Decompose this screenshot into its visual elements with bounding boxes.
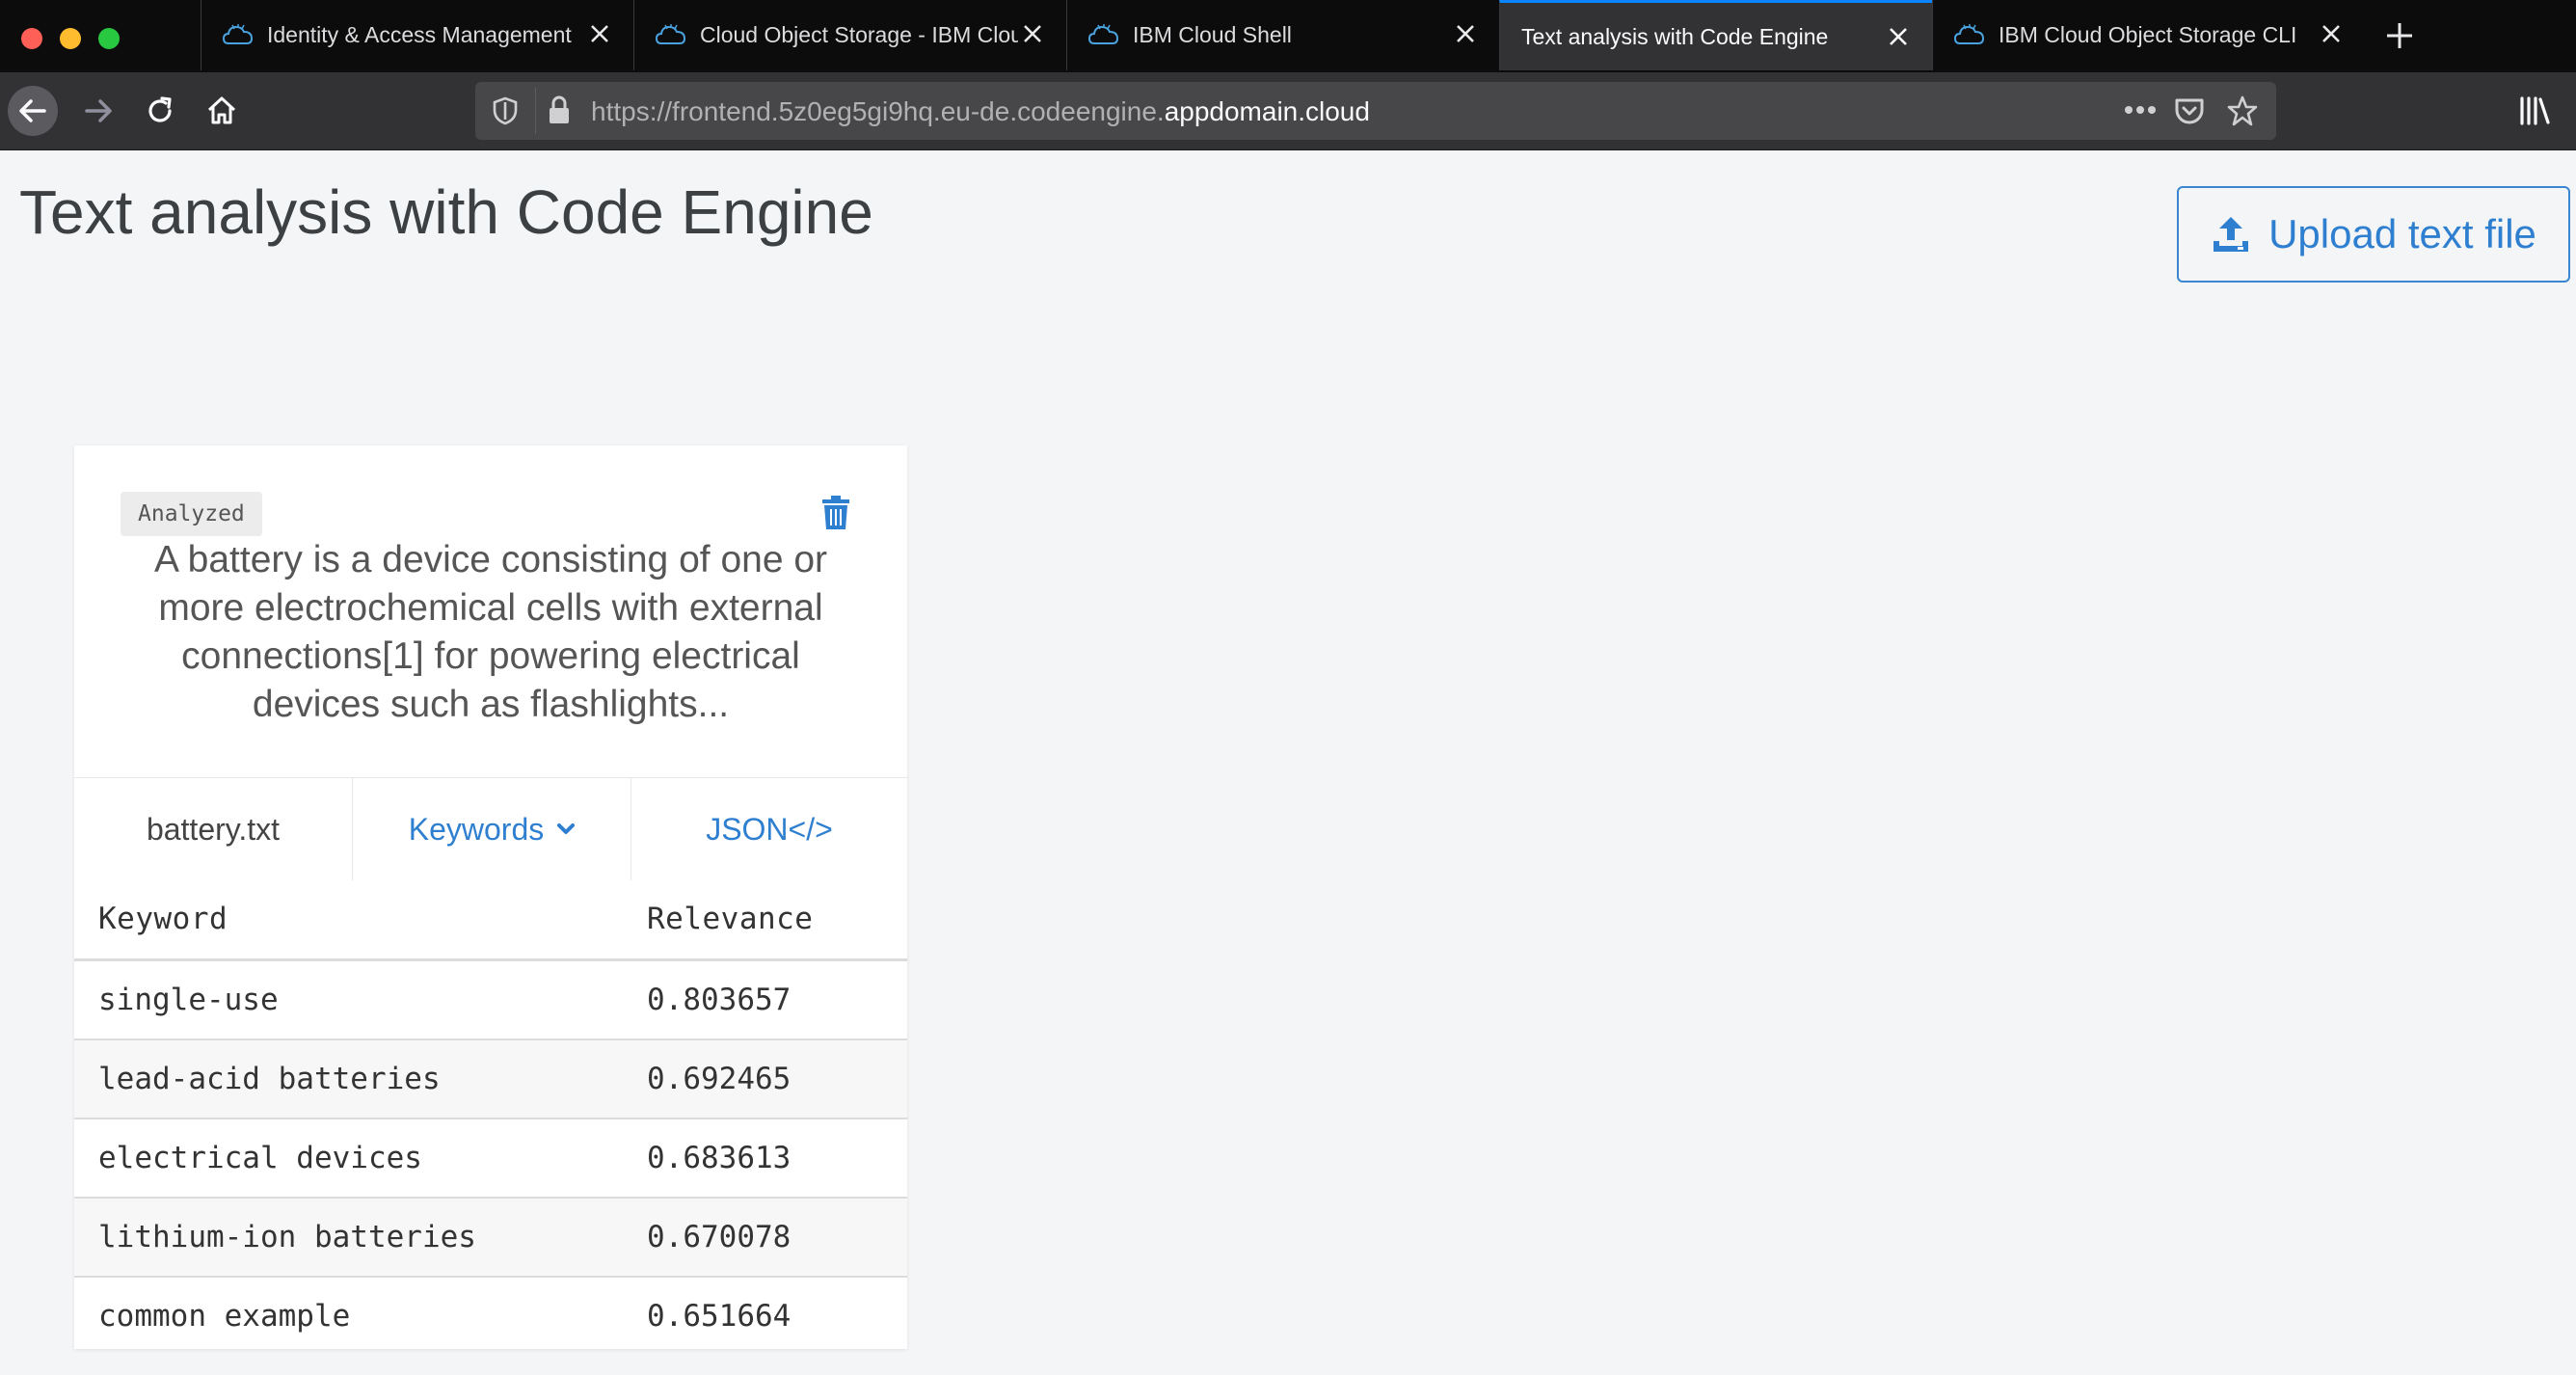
close-icon[interactable]: [2321, 23, 2342, 44]
window-close-button[interactable]: [21, 28, 42, 49]
chevron-down-icon: [557, 823, 576, 834]
tab-title: Text analysis with Code Engine: [1521, 23, 1829, 49]
new-tab-icon[interactable]: [2385, 21, 2414, 50]
column-header-keyword: Keyword: [74, 879, 647, 961]
keyword-cell: common example: [98, 1299, 351, 1334]
keyword-cell: lead-acid batteries: [74, 1039, 647, 1119]
relevance-cell: 0.803657: [647, 959, 907, 1040]
keywords-table: Keyword Relevance single-use 0.803657 le…: [74, 879, 907, 1355]
relevance-cell: 0.651664: [647, 1299, 792, 1334]
forward-button[interactable]: [73, 86, 123, 136]
home-button[interactable]: [197, 86, 247, 136]
card-footer: battery.txt Keywords JSON</>: [74, 777, 907, 880]
tab-title: Cloud Object Storage - IBM Cloud: [700, 22, 1018, 47]
separator: [535, 88, 536, 134]
upload-icon: [2214, 217, 2249, 252]
pocket-icon[interactable]: [2174, 95, 2205, 126]
table-header-row: Keyword Relevance: [74, 879, 907, 961]
lock-icon[interactable]: [547, 94, 572, 125]
tab-ibm-cloud-shell[interactable]: IBM Cloud Shell: [1066, 0, 1499, 70]
url-text[interactable]: https://frontend.5z0eg5gi9hq.eu-de.codee…: [591, 96, 1370, 127]
json-link[interactable]: JSON</>: [631, 778, 907, 880]
analysis-card: Analyzed A battery is a device consistin…: [74, 445, 907, 1349]
close-icon[interactable]: [1022, 23, 1043, 44]
more-icon[interactable]: [2124, 105, 2157, 115]
keyword-cell: electrical devices: [74, 1119, 647, 1199]
close-icon[interactable]: [1455, 23, 1476, 44]
reload-button[interactable]: [135, 86, 185, 136]
table-row: lithium-ion batteries 0.670078: [74, 1198, 907, 1278]
tab-cloud-object-storage[interactable]: Cloud Object Storage - IBM Cloud: [633, 0, 1066, 70]
browser-toolbar: https://frontend.5z0eg5gi9hq.eu-de.codee…: [0, 72, 2576, 150]
address-bar[interactable]: https://frontend.5z0eg5gi9hq.eu-de.codee…: [475, 82, 2276, 140]
table-row: lead-acid batteries 0.692465: [74, 1039, 907, 1119]
text-snippet: A battery is a device consisting of one …: [153, 539, 828, 725]
file-name: battery.txt: [146, 811, 281, 847]
browser-tab-bar: Identity & Access Management Cloud Objec…: [0, 0, 2576, 73]
keywords-dropdown[interactable]: Keywords: [352, 778, 631, 880]
reload-icon: [148, 96, 172, 122]
tab-identity-access-management[interactable]: Identity & Access Management: [201, 0, 633, 70]
ibm-cloud-icon: [1954, 23, 1985, 44]
column-header-relevance: Relevance: [647, 879, 907, 961]
keywords-dropdown-label: Keywords: [408, 811, 545, 847]
ibm-cloud-icon: [1088, 23, 1119, 44]
library-icon[interactable]: [2518, 95, 2551, 126]
keyword-cell: single-use: [74, 959, 647, 1040]
tab-title: IBM Cloud Object Storage CLI: [1999, 22, 2297, 47]
url-domain: appdomain.cloud: [1164, 96, 1370, 126]
table-row: single-use 0.803657: [74, 959, 907, 1040]
back-button[interactable]: [8, 86, 58, 136]
keyword-cell: lithium-ion batteries: [74, 1198, 647, 1278]
relevance-cell: 0.670078: [647, 1198, 907, 1278]
tab-strip: Identity & Access Management Cloud Objec…: [201, 0, 2365, 72]
close-icon[interactable]: [589, 23, 610, 44]
trash-icon[interactable]: [820, 496, 851, 530]
tab-text-analysis[interactable]: Text analysis with Code Engine: [1499, 0, 1932, 70]
relevance-cell: 0.683613: [647, 1119, 907, 1199]
upload-text-file-button[interactable]: Upload text file: [2177, 186, 2570, 283]
ibm-cloud-icon: [656, 23, 686, 44]
home-icon: [207, 96, 236, 124]
ibm-cloud-icon: [223, 23, 254, 44]
relevance-cell: 0.692465: [647, 1039, 907, 1119]
forward-arrow-icon: [85, 99, 112, 122]
tab-cos-cli[interactable]: IBM Cloud Object Storage CLI: [1932, 0, 2365, 70]
tab-title: IBM Cloud Shell: [1133, 22, 1292, 47]
shield-icon[interactable]: [493, 96, 518, 125]
window-maximize-button[interactable]: [98, 28, 120, 49]
page-title: Text analysis with Code Engine: [19, 177, 873, 247]
url-prefix: https://frontend.5z0eg5gi9hq.eu-de.codee…: [591, 96, 1165, 126]
close-icon[interactable]: [1888, 26, 1909, 47]
table-row: common example 0.651664: [74, 1277, 907, 1355]
table-row: electrical devices 0.683613: [74, 1119, 907, 1199]
back-arrow-icon: [19, 99, 46, 122]
upload-label: Upload text file: [2268, 211, 2536, 256]
tab-title: Identity & Access Management: [267, 22, 572, 47]
status-badge: Analyzed: [121, 492, 262, 536]
window-minimize-button[interactable]: [60, 28, 81, 49]
bookmark-star-icon[interactable]: [2226, 94, 2259, 127]
